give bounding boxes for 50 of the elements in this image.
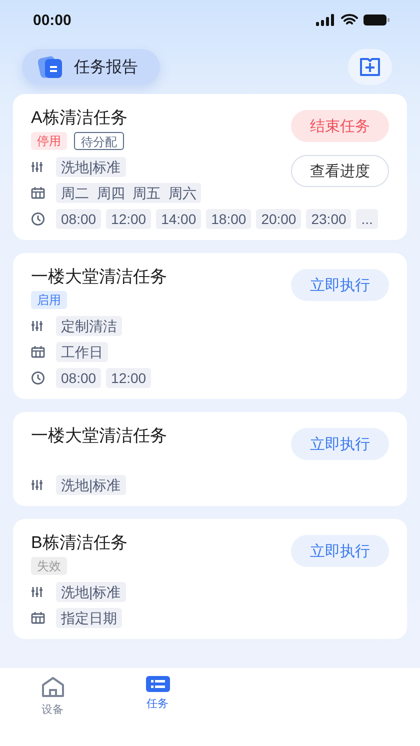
status-tag: 停用 xyxy=(31,132,67,150)
info-chip: 14:00 xyxy=(156,209,202,229)
add-button[interactable] xyxy=(348,49,392,85)
info-chip: 洗地|标准 xyxy=(56,582,126,602)
adjust-icon xyxy=(31,320,45,332)
task-title: A栋清洁任务 xyxy=(31,107,128,129)
info-chip: 工作日 xyxy=(56,342,108,362)
execute-button[interactable]: 立即执行 xyxy=(291,535,389,567)
signal-icon xyxy=(316,14,336,26)
status-tag: 待分配 xyxy=(74,132,124,150)
wifi-icon xyxy=(341,14,358,26)
status-time: 00:00 xyxy=(33,12,72,28)
execute-button[interactable]: 立即执行 xyxy=(291,428,389,460)
info-chip: 周二 周四 周五 周六 xyxy=(56,183,202,203)
info-chip: 18:00 xyxy=(206,209,252,229)
info-chip: 20:00 xyxy=(256,209,302,229)
end-task-button[interactable]: 结束任务 xyxy=(291,110,389,142)
task-title: B栋清洁任务 xyxy=(31,532,128,554)
calendar-icon xyxy=(31,612,45,624)
info-chip: 洗地|标准 xyxy=(56,157,126,177)
battery-icon xyxy=(363,14,390,26)
task-title: 一楼大堂清洁任务 xyxy=(31,425,167,447)
document-icon xyxy=(38,54,64,80)
info-chip: 12:00 xyxy=(106,209,152,229)
status-tag: 启用 xyxy=(31,291,67,309)
tab-item[interactable]: 设备 xyxy=(0,668,105,746)
info-chip: 指定日期 xyxy=(56,608,122,628)
home-icon xyxy=(40,676,64,698)
adjust-icon xyxy=(31,161,45,173)
status-tag: 失效 xyxy=(31,557,67,575)
report-title-pill[interactable]: 任务报告 xyxy=(22,49,160,85)
info-chip: 23:00 xyxy=(306,209,352,229)
info-chip: 12:00 xyxy=(106,368,152,388)
adjust-icon xyxy=(31,479,45,491)
info-chip: 08:00 xyxy=(56,209,102,229)
info-chip: 洗地|标准 xyxy=(56,475,126,495)
task-title: 一楼大堂清洁任务 xyxy=(31,266,167,288)
calendar-icon xyxy=(31,346,45,358)
clock-icon xyxy=(31,212,45,226)
tab-item[interactable]: 任务 xyxy=(105,668,210,746)
adjust-icon xyxy=(31,586,45,598)
info-chip: ... xyxy=(356,209,378,229)
progress-button[interactable]: 查看进度 xyxy=(291,155,389,187)
clock-icon xyxy=(31,371,45,385)
info-chip: 定制清洁 xyxy=(56,316,122,336)
add-icon xyxy=(359,57,381,77)
execute-button[interactable]: 立即执行 xyxy=(291,269,389,301)
list-icon xyxy=(146,676,170,692)
calendar-icon xyxy=(31,187,45,199)
info-chip: 08:00 xyxy=(56,368,102,388)
